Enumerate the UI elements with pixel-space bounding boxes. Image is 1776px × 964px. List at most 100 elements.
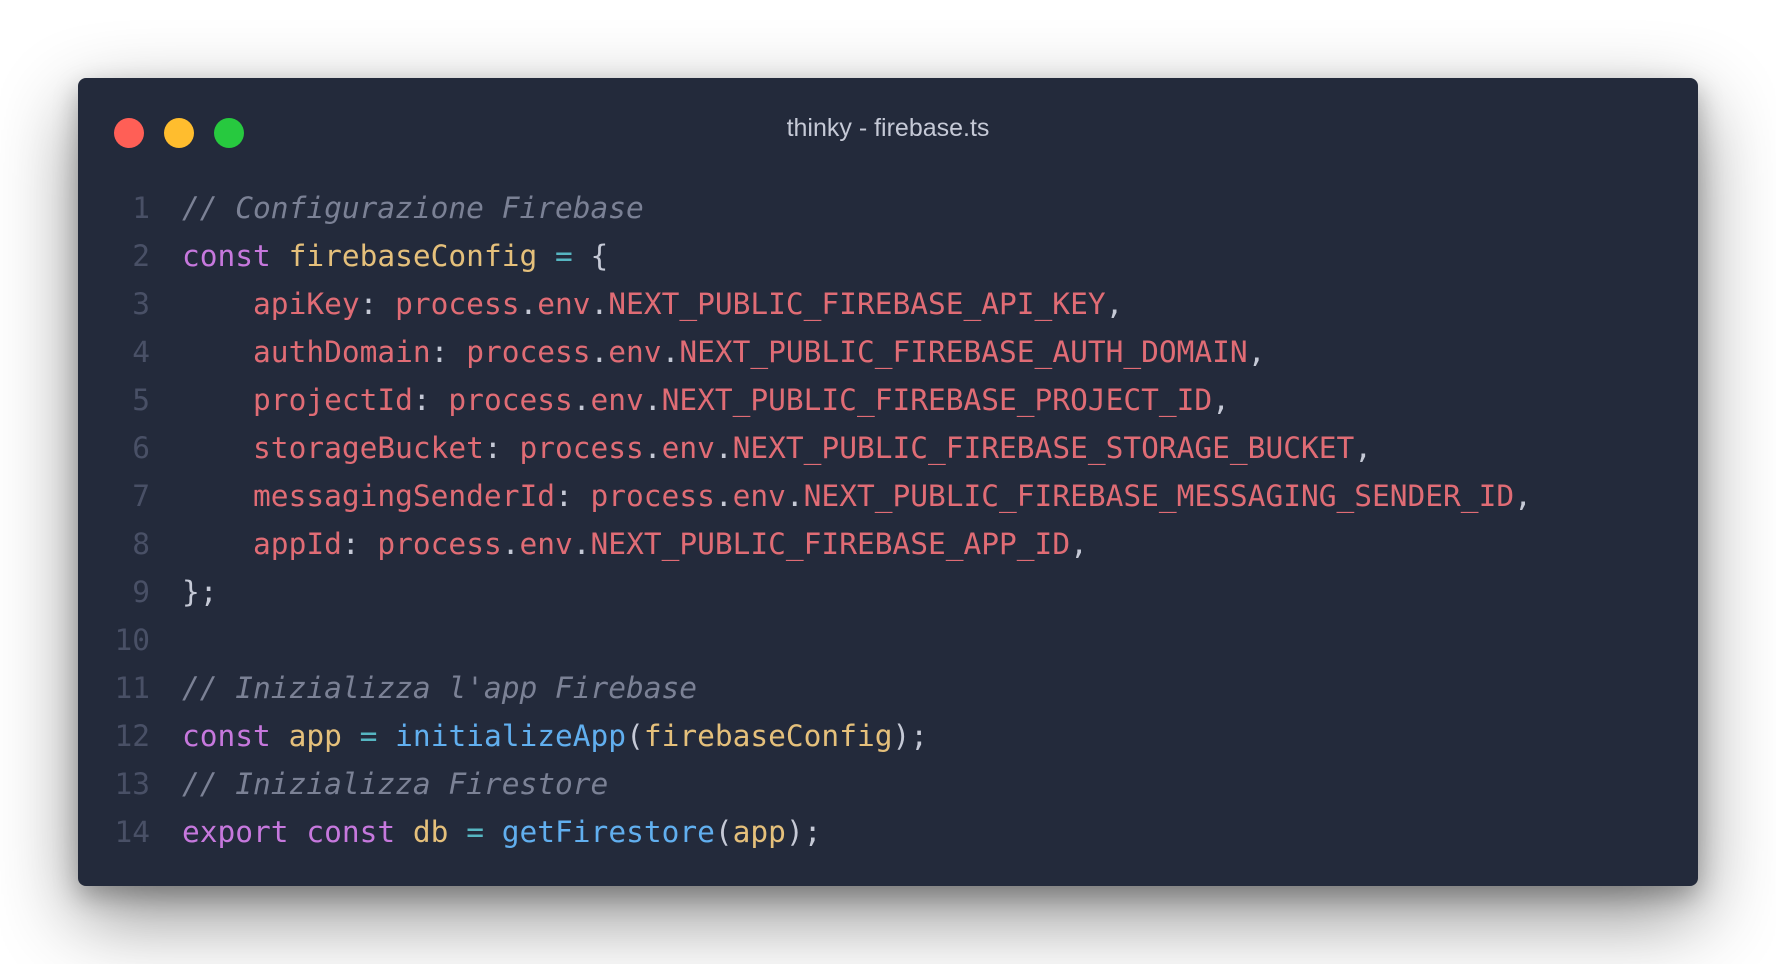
code-token: . [501, 527, 520, 561]
code-token: : [412, 383, 449, 417]
code-token: = [466, 815, 484, 849]
code-token: process [377, 527, 502, 561]
code-token: : [359, 287, 396, 321]
code-line: 3 apiKey: process.env.NEXT_PUBLIC_FIREBA… [78, 280, 1698, 328]
code-token: appId [182, 527, 342, 561]
code-token: // Inizializza Firestore [182, 767, 609, 801]
code-line: 13 // Inizializza Firestore [78, 760, 1698, 808]
line-number: 10 [114, 623, 150, 657]
line-number: 5 [132, 383, 150, 417]
code-token: firebaseConfig [643, 719, 893, 753]
code-token: apiKey [182, 287, 360, 321]
code-token: . [519, 287, 538, 321]
code-line: 9}; [78, 568, 1698, 616]
code-line: 7 messagingSenderId: process.env.NEXT_PU… [78, 472, 1698, 520]
code-token: // Inizializza l'app Firebase [182, 671, 698, 705]
line-number: 4 [132, 335, 150, 369]
line-number: 13 [114, 767, 150, 801]
code-token: ( [626, 719, 644, 753]
code-token: export [182, 815, 289, 849]
code-token: : [483, 431, 520, 465]
line-number: 3 [132, 287, 150, 321]
window-title: thinky - firebase.ts [786, 114, 990, 142]
title-bar: thinky - firebase.ts [78, 78, 1698, 174]
code-token: , [1105, 287, 1124, 321]
line-number: 14 [114, 815, 150, 849]
code-line: 11 // Inizializza l'app Firebase [78, 664, 1698, 712]
line-number: 2 [132, 239, 150, 273]
code-line: 10 [78, 616, 1698, 664]
code-token: const [182, 239, 271, 273]
code-line: 2 const firebaseConfig = { [78, 232, 1698, 280]
code-token: { [572, 239, 609, 273]
code-token: env [590, 383, 644, 417]
code-token: : [430, 335, 467, 369]
code-token: . [572, 383, 591, 417]
code-token: db [412, 815, 449, 849]
code-token: ); [892, 719, 929, 753]
line-number: 7 [132, 479, 150, 513]
code-token: . [590, 335, 609, 369]
code-token: : [341, 527, 378, 561]
code-token: NEXT_PUBLIC_FIREBASE_MESSAGING_SENDER_ID [803, 479, 1515, 513]
code-token: env [519, 527, 573, 561]
code-token: projectId [182, 383, 413, 417]
code-token: . [714, 431, 733, 465]
code-token: NEXT_PUBLIC_FIREBASE_AUTH_DOMAIN [679, 335, 1248, 369]
code-token: env [608, 335, 662, 369]
code-token: . [590, 287, 609, 321]
code-token: , [1514, 479, 1532, 513]
code-token: . [661, 335, 680, 369]
line-number: 11 [114, 671, 150, 705]
code-token: . [643, 431, 662, 465]
code-token: . [572, 527, 591, 561]
code-line: 6 storageBucket: process.env.NEXT_PUBLIC… [78, 424, 1698, 472]
code-token: app [732, 815, 786, 849]
code-token: const [182, 719, 271, 753]
code-line: 1 // Configurazione Firebase [78, 184, 1698, 232]
line-number: 9 [132, 575, 150, 609]
code-token: env [732, 479, 786, 513]
code-editor[interactable]: 1 // Configurazione Firebase 2 const fireba… [78, 184, 1698, 856]
code-line: 8 appId: process.env.NEXT_PUBLIC_FIREBAS… [78, 520, 1698, 568]
code-token: NEXT_PUBLIC_FIREBASE_APP_ID [590, 527, 1071, 561]
code-token: . [643, 383, 662, 417]
code-token: NEXT_PUBLIC_FIREBASE_API_KEY [608, 287, 1106, 321]
code-token: messagingSenderId [182, 479, 555, 513]
code-line: 5 projectId: process.env.NEXT_PUBLIC_FIR… [78, 376, 1698, 424]
code-token: , [1212, 383, 1230, 417]
code-token: }; [182, 575, 218, 609]
code-token: process [466, 335, 591, 369]
code-line: 12 const app = initializeApp(firebaseConf… [78, 712, 1698, 760]
code-token: , [1070, 527, 1088, 561]
code-token: process [448, 383, 573, 417]
code-token: process [590, 479, 715, 513]
code-token: ( [714, 815, 733, 849]
code-token: NEXT_PUBLIC_FIREBASE_PROJECT_ID [661, 383, 1213, 417]
code-token: = [359, 719, 378, 753]
code-token: initializeApp [395, 719, 627, 753]
code-window: thinky - firebase.ts 1 // Configurazione … [78, 78, 1698, 886]
code-token: storageBucket [182, 431, 484, 465]
code-token: const [306, 815, 396, 849]
code-token: env [661, 431, 715, 465]
code-token: = [555, 239, 573, 273]
code-line: 4 authDomain: process.env.NEXT_PUBLIC_FI… [78, 328, 1698, 376]
code-token: app [288, 719, 342, 753]
code-token: // Configurazione Firebase [182, 191, 644, 225]
code-token: : [554, 479, 591, 513]
code-line: 14 export const db = getFirestore(app); [78, 808, 1698, 856]
line-number: 6 [132, 431, 150, 465]
code-token: authDomain [182, 335, 431, 369]
code-token: process [395, 287, 520, 321]
code-token: NEXT_PUBLIC_FIREBASE_STORAGE_BUCKET [732, 431, 1355, 465]
code-token: , [1354, 431, 1373, 465]
